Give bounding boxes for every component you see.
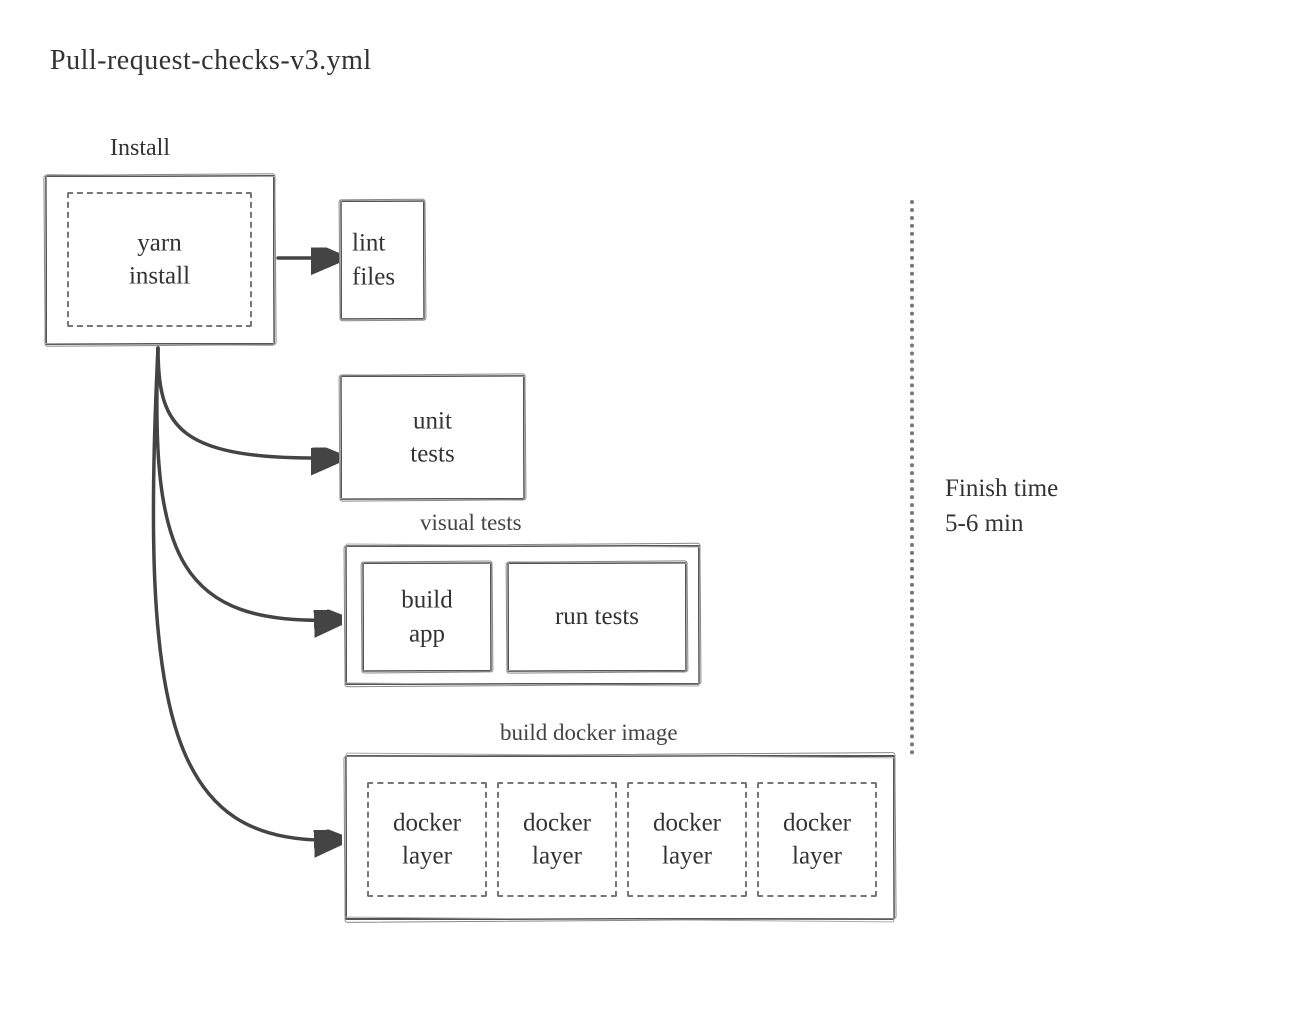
docker-layer-1-box: docker layer [367,782,487,897]
diagram-canvas: Pull-request-checks-v3.yml Install yarn … [0,0,1300,1030]
build-app-text: build app [364,583,490,651]
docker-layer-4-text: docker layer [759,806,875,874]
finish-divider [910,200,914,755]
docker-layer-4-box: docker layer [757,782,877,897]
build-docker-box: docker layer docker layer docker layer d… [345,755,895,920]
install-box: yarn install [45,175,275,345]
arrow-install-docker [153,348,335,840]
finish-time-line1: Finish time [945,475,1058,503]
unit-tests-text: unit tests [342,404,523,472]
docker-layer-3-text: docker layer [629,806,745,874]
arrow-install-unit [158,348,332,458]
visual-tests-box: build app run tests [345,545,700,685]
install-label: Install [110,135,170,162]
file-title: Pull-request-checks-v3.yml [50,45,372,77]
visual-tests-label: visual tests [420,510,522,536]
docker-layer-2-box: docker layer [497,782,617,897]
lint-files-text: lint files [342,226,423,294]
lint-files-box: lint files [340,200,425,320]
build-docker-label: build docker image [500,720,678,746]
build-app-box: build app [362,562,492,672]
docker-layer-2-text: docker layer [499,806,615,874]
unit-tests-box: unit tests [340,375,525,500]
docker-layer-1-text: docker layer [369,806,485,874]
yarn-install-text: yarn install [69,226,250,294]
docker-layer-3-box: docker layer [627,782,747,897]
arrow-install-visual [157,348,335,620]
run-tests-box: run tests [507,562,687,672]
yarn-install-dashed: yarn install [67,192,252,327]
finish-time-line2: 5-6 min [945,510,1023,538]
run-tests-text: run tests [509,600,685,634]
